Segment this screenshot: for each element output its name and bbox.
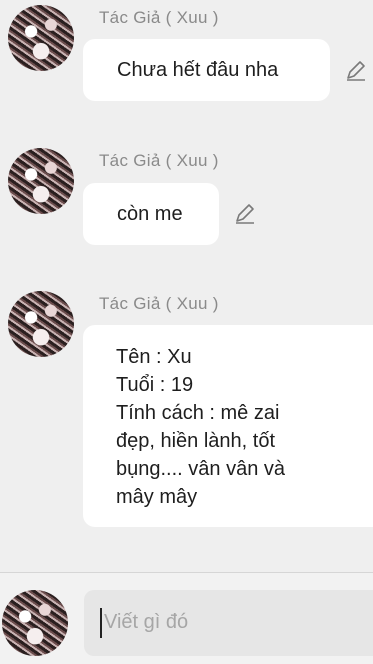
comment-input-placeholder: Viết gì đó — [104, 611, 189, 633]
pencil-icon[interactable] — [233, 201, 257, 225]
pencil-icon[interactable] — [344, 58, 368, 82]
author-avatar[interactable] — [8, 5, 74, 71]
author-name: Tác Giả ( Xuu ) — [99, 8, 219, 27]
author-name: Tác Giả ( Xuu ) — [99, 151, 219, 170]
message-text: Chưa hết đâu nha — [117, 59, 279, 81]
author-avatar[interactable] — [8, 148, 74, 214]
user-avatar[interactable] — [2, 590, 68, 656]
message-bubble[interactable]: còn me — [83, 183, 219, 245]
message-text: Tên : Xu Tuổi : 19 Tính cách : mê zai đẹ… — [116, 346, 286, 508]
message-bubble[interactable]: Tên : Xu Tuổi : 19 Tính cách : mê zai đẹ… — [83, 325, 373, 527]
message-bubble[interactable]: Chưa hết đâu nha — [83, 39, 330, 101]
author-name: Tác Giả ( Xuu ) — [99, 294, 219, 313]
text-cursor — [100, 608, 102, 638]
author-avatar[interactable] — [8, 291, 74, 357]
message-text: còn me — [117, 203, 183, 225]
